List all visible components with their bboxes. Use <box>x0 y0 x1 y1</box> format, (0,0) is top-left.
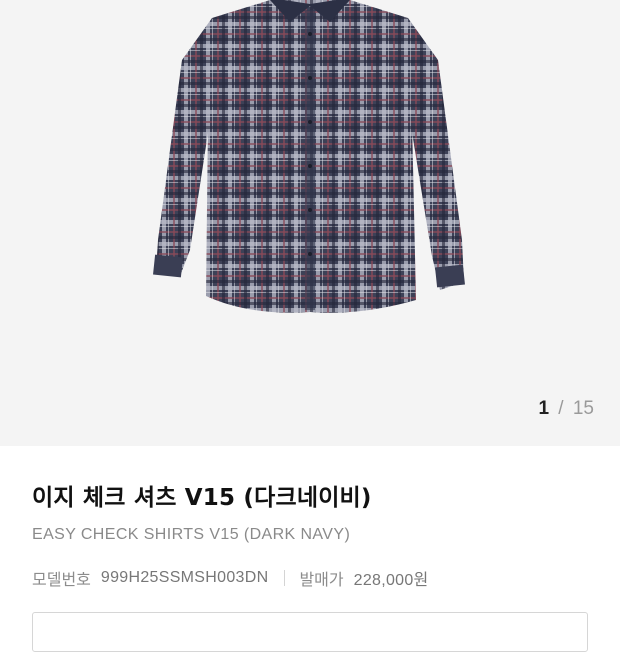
product-subtitle: EASY CHECK SHIRTS V15 (DARK NAVY) <box>32 526 351 543</box>
product-title: 이지 체크 셔츠 V15 (다크네이비) <box>32 485 372 511</box>
model-number-label: 모델번호 <box>32 570 91 589</box>
meta-divider <box>284 570 286 586</box>
release-price-label: 발매가 <box>299 570 344 589</box>
current-page: 1 <box>538 398 550 419</box>
product-image <box>153 0 465 313</box>
size-select-box[interactable] <box>32 612 588 652</box>
image-page-indicator: 1 / 15 <box>538 398 594 420</box>
total-pages: 15 <box>572 398 594 419</box>
product-meta: 모델번호 999H25SSMSH003DN 발매가 228,000원 <box>32 566 588 590</box>
product-image-gallery[interactable]: 1 / 15 <box>0 0 620 446</box>
product-info: 이지 체크 셔츠 V15 (다크네이비) EASY CHECK SHIRTS V… <box>32 478 588 590</box>
model-number-value: 999H25SSMSH003DN <box>100 569 269 586</box>
page-separator: / <box>558 398 564 419</box>
release-price-value: 228,000원 <box>353 572 429 589</box>
